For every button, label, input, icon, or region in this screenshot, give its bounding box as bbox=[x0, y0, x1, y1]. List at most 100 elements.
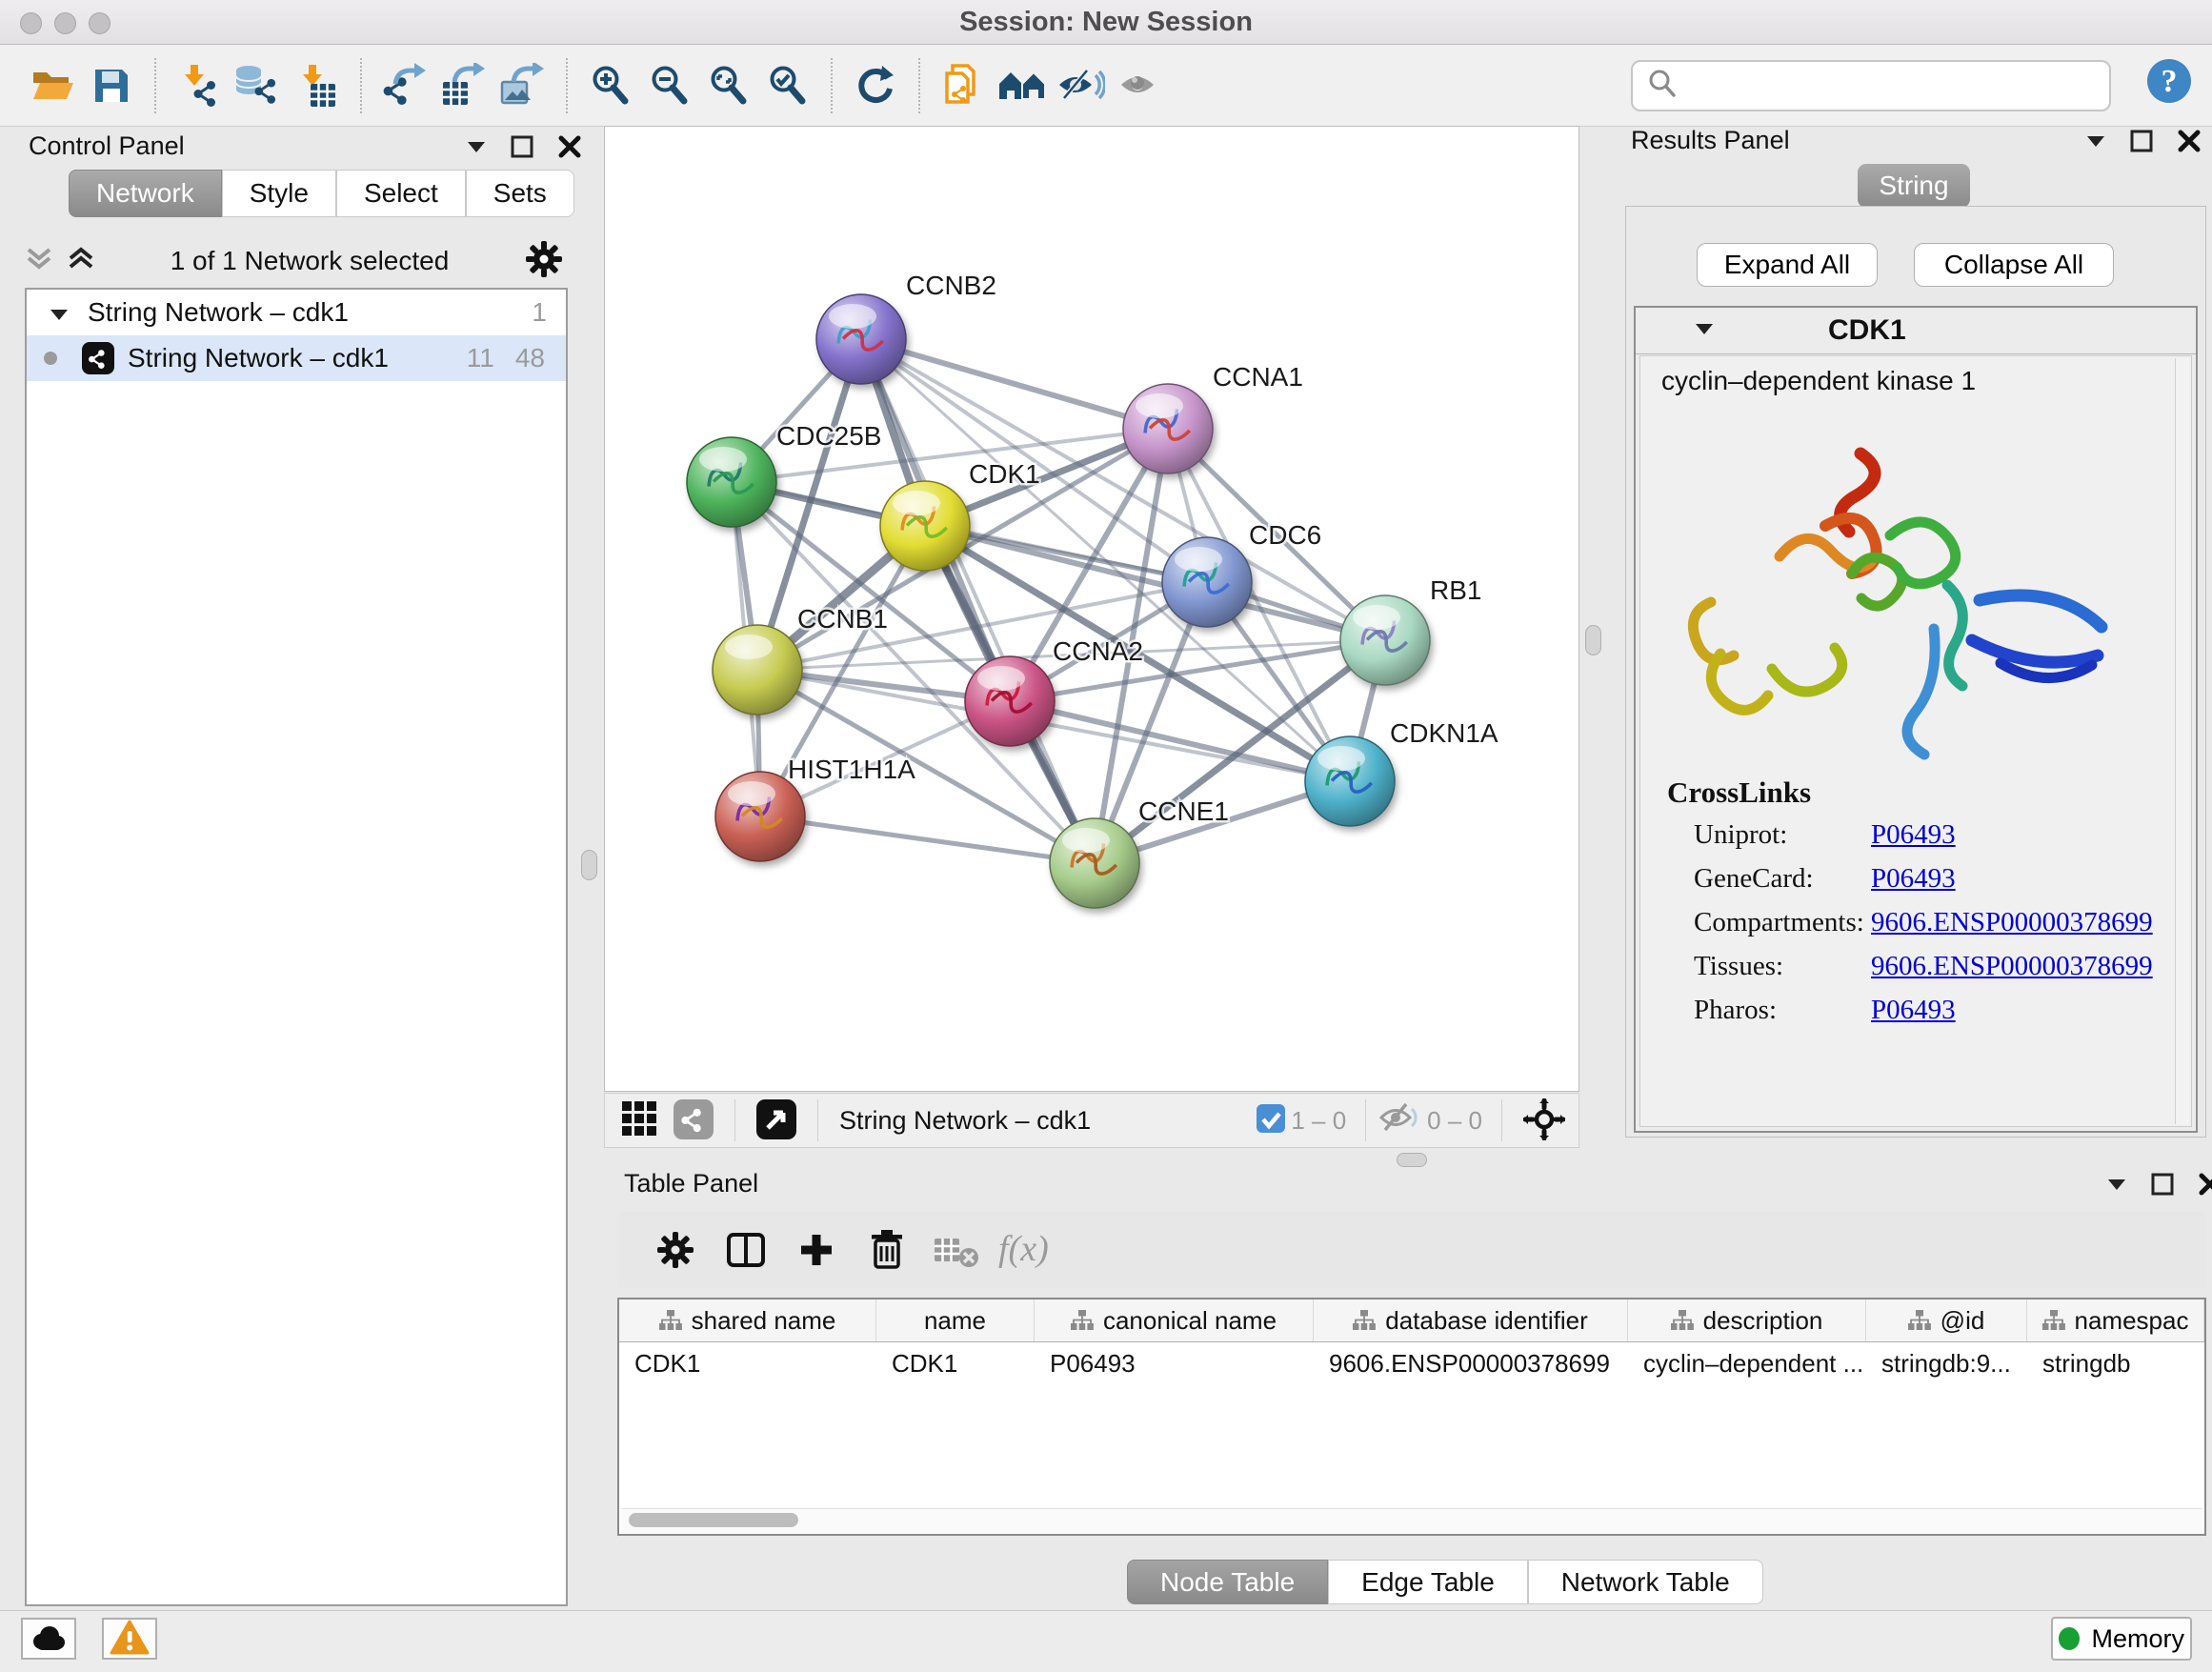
close-panel-icon[interactable] bbox=[2178, 130, 2201, 157]
column-header-canonical-name[interactable]: canonical name bbox=[1035, 1299, 1314, 1341]
warnings-button[interactable] bbox=[102, 1618, 157, 1660]
import-table-file-button[interactable] bbox=[288, 55, 347, 116]
left-splitter-handle[interactable] bbox=[581, 850, 597, 880]
cell-@id[interactable]: stringdb:9... bbox=[1866, 1342, 2027, 1384]
cell-namespac[interactable]: stringdb bbox=[2027, 1342, 2204, 1384]
network-collection-row[interactable]: String Network – cdk1 1 bbox=[27, 290, 566, 335]
collapse-panel-icon[interactable] bbox=[2107, 1178, 2126, 1196]
gene-disclosure-icon[interactable] bbox=[1695, 322, 1714, 340]
bottom-splitter-handle[interactable] bbox=[1397, 1153, 1427, 1167]
clone-network-button[interactable] bbox=[934, 55, 993, 116]
collection-disclosure-icon[interactable] bbox=[50, 297, 69, 328]
column-header-database-identifier[interactable]: database identifier bbox=[1314, 1299, 1628, 1341]
crosslink-link[interactable]: 9606.ENSP00000378699 bbox=[1871, 907, 2153, 938]
tab-select[interactable]: Select bbox=[336, 170, 466, 217]
tab-network-table[interactable]: Network Table bbox=[1528, 1560, 1763, 1604]
expand-all-button[interactable]: Expand All bbox=[1697, 243, 1878, 287]
tab-string[interactable]: String bbox=[1858, 164, 1970, 208]
node-RB1[interactable] bbox=[1340, 595, 1430, 685]
delete-column-button[interactable] bbox=[852, 1217, 922, 1283]
add-column-button[interactable] bbox=[781, 1217, 852, 1283]
column-header-namespac[interactable]: namespac bbox=[2027, 1299, 2204, 1341]
tab-node-table[interactable]: Node Table bbox=[1127, 1560, 1328, 1604]
network-row-selected[interactable]: String Network – cdk1 11 48 bbox=[27, 335, 566, 381]
collapse-all-button[interactable]: Collapse All bbox=[1914, 243, 2114, 287]
open-session-button[interactable] bbox=[23, 55, 82, 116]
network-options-gear-icon[interactable] bbox=[524, 239, 564, 284]
selected-checkbox-icon[interactable] bbox=[1257, 1104, 1285, 1138]
float-panel-icon[interactable] bbox=[511, 135, 533, 163]
node-CDC25B[interactable] bbox=[687, 437, 776, 527]
search-input[interactable] bbox=[1688, 66, 2109, 106]
tab-edge-table[interactable]: Edge Table bbox=[1328, 1560, 1528, 1604]
expand-all-networks-icon[interactable] bbox=[67, 246, 95, 277]
split-columns-button[interactable] bbox=[711, 1217, 781, 1283]
crosslink-link[interactable]: P06493 bbox=[1871, 819, 1956, 851]
node-CCNE1[interactable] bbox=[1050, 818, 1139, 908]
scrollbar-thumb[interactable] bbox=[629, 1513, 798, 1527]
cell-canonical-name[interactable]: P06493 bbox=[1035, 1342, 1314, 1384]
zoom-in-button[interactable] bbox=[581, 55, 640, 116]
node-CCNB2[interactable] bbox=[816, 294, 906, 384]
tab-sets[interactable]: Sets bbox=[466, 170, 574, 217]
cell-name[interactable]: CDK1 bbox=[876, 1342, 1035, 1384]
column-header-description[interactable]: description bbox=[1628, 1299, 1866, 1341]
import-network-database-button[interactable] bbox=[229, 55, 288, 116]
column-header-@id[interactable]: @id bbox=[1866, 1299, 2027, 1341]
cell-description[interactable]: cyclin–dependent ... bbox=[1628, 1342, 1866, 1384]
export-table-button[interactable] bbox=[434, 55, 493, 116]
table-horizontal-scrollbar[interactable] bbox=[621, 1508, 2202, 1532]
node-CDC6[interactable] bbox=[1162, 537, 1252, 627]
node-CCNA2[interactable] bbox=[965, 656, 1055, 746]
node-CCNA1[interactable] bbox=[1123, 384, 1213, 473]
node-CDK1[interactable] bbox=[880, 481, 970, 571]
close-panel-icon[interactable] bbox=[558, 135, 581, 163]
zoom-fit-button[interactable] bbox=[699, 55, 758, 116]
crosslink-link[interactable]: P06493 bbox=[1871, 995, 1956, 1026]
float-panel-icon[interactable] bbox=[2151, 1173, 2174, 1200]
edge-CCNB2-CCNE1[interactable] bbox=[861, 339, 1095, 863]
node-CDKN1A[interactable] bbox=[1305, 736, 1395, 826]
zoom-selected-button[interactable] bbox=[758, 55, 817, 116]
tab-style[interactable]: Style bbox=[222, 170, 336, 217]
network-canvas[interactable]: CCNB2CCNA1CDC25BCDK1CDC6RB1CCNB1CCNA2CDK… bbox=[604, 126, 1579, 1092]
column-header-name[interactable]: name bbox=[876, 1299, 1035, 1341]
help-button[interactable]: ? bbox=[2145, 57, 2193, 105]
results-scrollbar[interactable] bbox=[2175, 358, 2189, 1124]
column-header-shared-name[interactable]: shared name bbox=[619, 1299, 876, 1341]
memory-button[interactable]: Memory bbox=[2051, 1617, 2192, 1661]
export-network-button[interactable] bbox=[375, 55, 434, 116]
zoom-out-button[interactable] bbox=[640, 55, 699, 116]
collapse-all-networks-icon[interactable] bbox=[25, 246, 53, 277]
cell-database-identifier[interactable]: 9606.ENSP00000378699 bbox=[1314, 1342, 1628, 1384]
collapse-panel-icon[interactable] bbox=[2086, 134, 2105, 152]
birds-eye-view-button[interactable] bbox=[1516, 1098, 1573, 1143]
import-network-file-button[interactable] bbox=[170, 55, 229, 116]
table-settings-button[interactable] bbox=[640, 1217, 711, 1283]
hidden-eye-slash-icon[interactable] bbox=[1379, 1100, 1421, 1141]
gene-section-header[interactable]: CDK1 bbox=[1636, 308, 2196, 354]
right-splitter-handle[interactable] bbox=[1585, 625, 1601, 655]
edge-CCNB2-CCNA1[interactable] bbox=[861, 339, 1168, 429]
close-panel-icon[interactable] bbox=[2199, 1173, 2212, 1200]
table-row[interactable]: CDK1CDK1P064939606.ENSP00000378699cyclin… bbox=[619, 1342, 2204, 1384]
cloud-button[interactable] bbox=[21, 1618, 76, 1660]
first-neighbors-button[interactable] bbox=[993, 55, 1052, 116]
node-HIST1H1A[interactable] bbox=[715, 772, 805, 861]
collapse-panel-icon[interactable] bbox=[467, 140, 486, 158]
crosslink-link[interactable]: 9606.ENSP00000378699 bbox=[1871, 951, 2153, 982]
string-app-button[interactable] bbox=[666, 1099, 721, 1142]
float-panel-icon[interactable] bbox=[2130, 130, 2153, 157]
cell-shared-name[interactable]: CDK1 bbox=[619, 1342, 876, 1384]
grid-view-button[interactable] bbox=[614, 1101, 666, 1140]
hide-selected-button[interactable] bbox=[1052, 55, 1111, 116]
edge-HIST1H1A-CCNE1[interactable] bbox=[760, 816, 1095, 863]
crosslink-link[interactable]: P06493 bbox=[1871, 863, 1956, 895]
detach-view-button[interactable] bbox=[749, 1099, 804, 1142]
show-all-button[interactable] bbox=[1111, 55, 1170, 116]
export-image-button[interactable] bbox=[493, 55, 553, 116]
save-session-button[interactable] bbox=[82, 55, 141, 116]
refresh-view-button[interactable] bbox=[846, 55, 905, 116]
node-CCNB1[interactable] bbox=[713, 625, 802, 715]
tab-network[interactable]: Network bbox=[69, 170, 222, 217]
